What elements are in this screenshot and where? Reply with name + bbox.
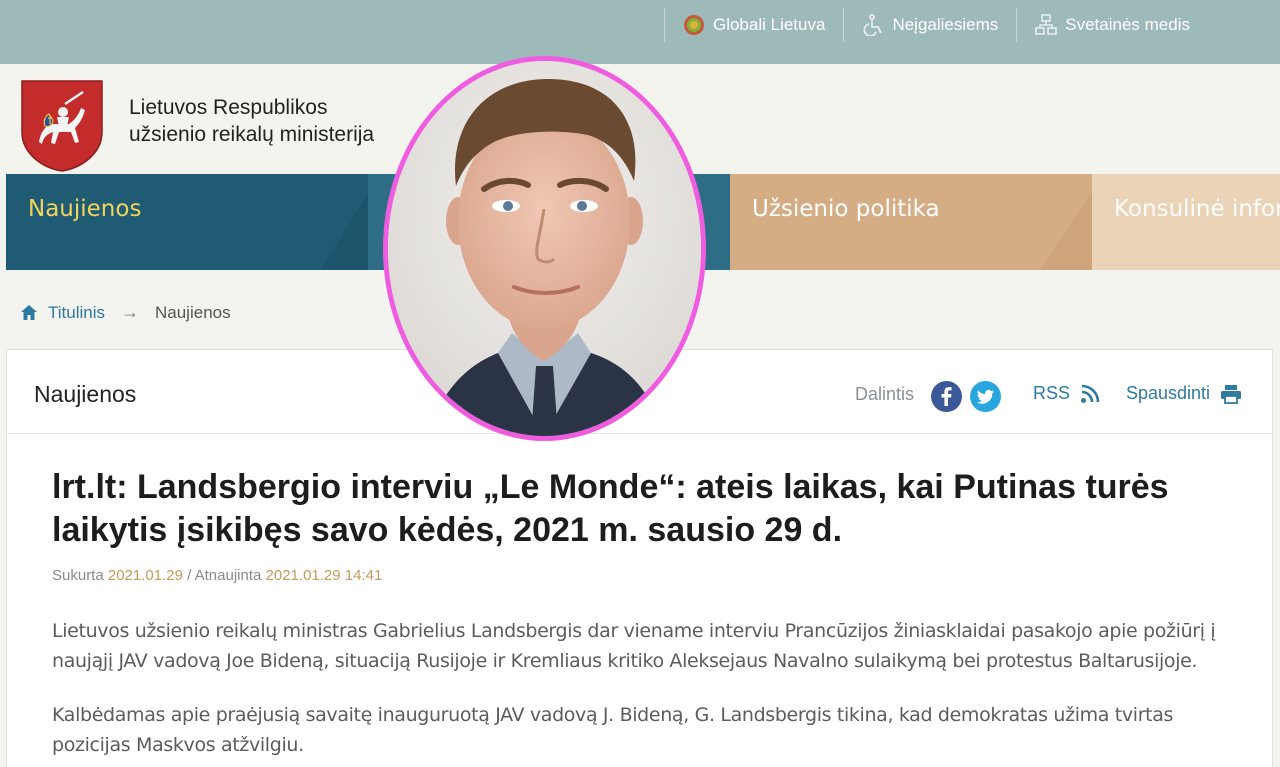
sitemap-icon	[1035, 14, 1058, 36]
divider	[843, 8, 845, 42]
organization-name[interactable]: Lietuvos Respublikos užsienio reikalų mi…	[129, 94, 374, 148]
sitemap-label: Svetainės medis	[1065, 15, 1190, 34]
globe-icon	[683, 14, 705, 36]
article-title: lrt.lt: Landsbergio interviu „Le Monde“:…	[52, 468, 1169, 549]
org-name-line2: užsienio reikalų ministerija	[129, 123, 375, 146]
facebook-share-icon[interactable]	[931, 381, 962, 412]
globali-lietuva-link[interactable]: Globali Lietuva	[683, 14, 825, 36]
breadcrumb-home[interactable]: Titulinis	[20, 303, 105, 323]
share-label: Dalintis	[855, 384, 915, 404]
breadcrumb-home-label: Titulinis	[48, 302, 105, 322]
sitemap-link[interactable]: Svetainės medis	[1035, 14, 1190, 36]
rss-icon	[1080, 384, 1100, 404]
print-link[interactable]: Spausdinti	[1126, 383, 1242, 404]
rss-link[interactable]: RSS	[1033, 383, 1100, 404]
home-icon	[20, 304, 38, 321]
content-panel: Naujienos Dalintis RSS Spausdinti lrt.lt…	[6, 349, 1273, 767]
nav-naujienos-label: Naujienos	[28, 196, 142, 222]
wheelchair-icon	[862, 14, 884, 37]
org-name-line1: Lietuvos Respublikos	[129, 96, 328, 119]
created-date: 2021.01.29	[107, 567, 183, 584]
divider	[663, 8, 665, 42]
printer-icon	[1220, 384, 1242, 404]
twitter-share-icon[interactable]	[970, 381, 1001, 412]
breadcrumb-current: Naujienos	[155, 302, 231, 322]
article-paragraph-1: Lietuvos užsienio reikalų ministras Gabr…	[52, 620, 1216, 672]
created-label: Sukurta	[52, 567, 104, 584]
utility-links: Globali Lietuva Neįgaliesiems Svetainės …	[646, 8, 1190, 42]
nav-konsuline-label: Konsulinė infor	[1114, 196, 1280, 222]
nav-konsuline-informacija[interactable]: Konsulinė infor	[1092, 174, 1280, 270]
rss-label: RSS	[1033, 383, 1071, 403]
updated-date: 2021.01.29 14:41	[265, 567, 383, 584]
nav-uzsienio-politika[interactable]: Užsienio politika	[730, 174, 1092, 270]
coat-of-arms-logo[interactable]	[21, 80, 103, 172]
portrait-photo	[383, 56, 706, 441]
breadcrumb: Titulinis → Naujienos	[20, 302, 231, 323]
article-meta: Sukurta 2021.01.29 / Atnaujinta 2021.01.…	[52, 567, 382, 584]
accessibility-link[interactable]: Neįgaliesiems	[862, 14, 999, 37]
globali-lietuva-label: Globali Lietuva	[712, 15, 826, 34]
top-utility-bar: Globali Lietuva Neįgaliesiems Svetainės …	[0, 0, 1280, 64]
accessibility-label: Neįgaliesiems	[892, 15, 999, 34]
print-label: Spausdinti	[1126, 383, 1211, 403]
nav-naujienos[interactable]: Naujienos	[6, 174, 368, 270]
updated-label: / Atnaujinta	[187, 567, 262, 584]
panel-title: Naujienos	[34, 381, 137, 407]
nav-politika-label: Užsienio politika	[752, 196, 940, 222]
divider	[1016, 8, 1018, 42]
article-paragraph-2: Kalbėdamas apie praėjusią savaitę inaugu…	[52, 704, 1174, 756]
breadcrumb-arrow-icon: →	[121, 302, 139, 322]
